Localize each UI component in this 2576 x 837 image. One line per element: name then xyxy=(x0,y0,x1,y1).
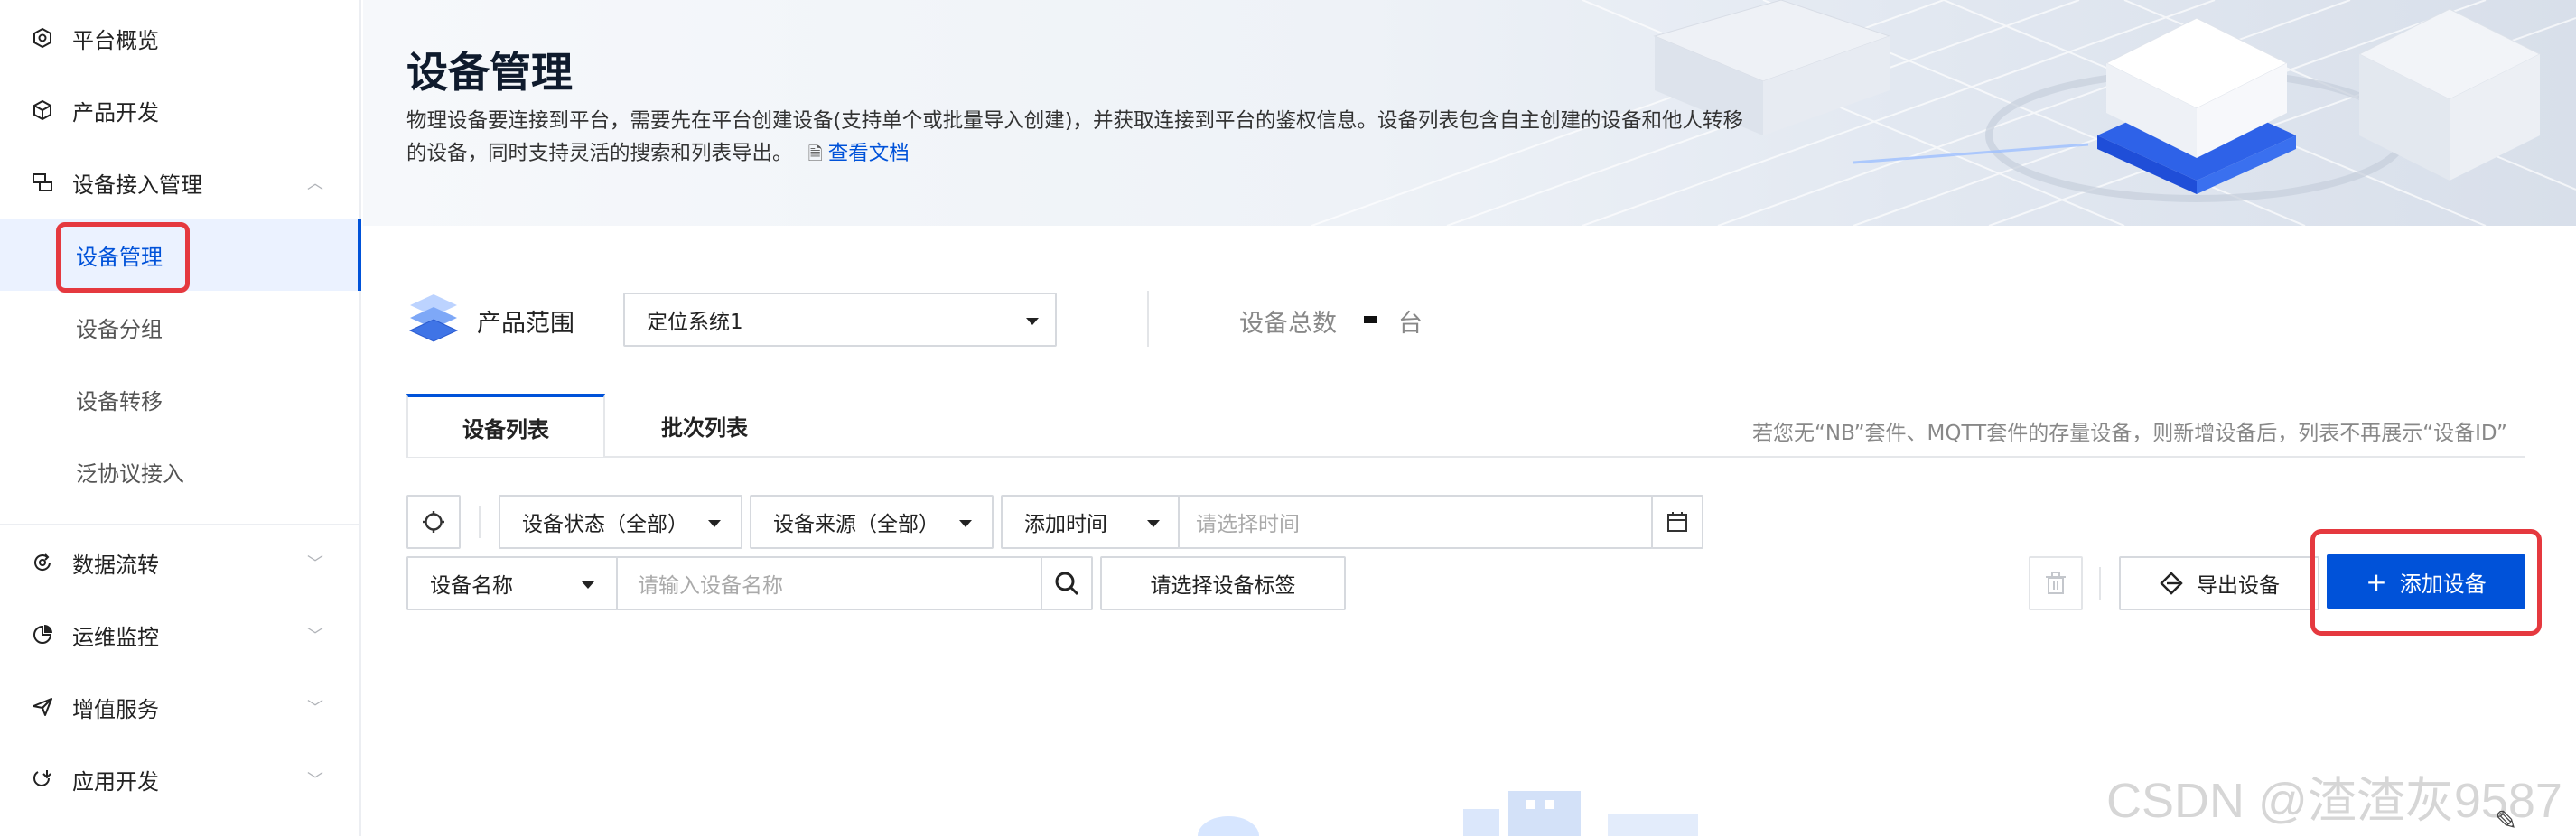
delete-button[interactable] xyxy=(2029,556,2083,610)
device-name-input[interactable]: 请输入设备名称 xyxy=(616,556,1042,610)
chevron-down-icon: ﹀ xyxy=(307,627,323,646)
page-banner: 设备管理 物理设备要连接到平台，需要先在平台创建设备(支持单个或批量导入创建)，… xyxy=(363,0,2576,226)
nav-item-label: 应用开发 xyxy=(72,768,159,795)
sub-item-label: 泛协议接入 xyxy=(76,460,184,487)
device-status-select[interactable]: 设备状态（全部） xyxy=(499,495,742,549)
nav-item-ops-monitor[interactable]: 运维监控 ﹀ xyxy=(0,599,361,671)
time-type-select[interactable]: 添加时间 xyxy=(1001,495,1180,549)
chevron-down-icon: ﹀ xyxy=(307,771,323,790)
app-dev-icon xyxy=(31,767,54,791)
document-icon: 🗎 xyxy=(807,143,823,164)
refresh-icon xyxy=(423,511,444,533)
nav-item-app-dev[interactable]: 应用开发 ﹀ xyxy=(0,743,361,815)
nav-item-overview[interactable]: 平台概览 xyxy=(0,2,361,74)
product-scope-select[interactable]: 定位系统1 xyxy=(623,293,1057,347)
search-field-select[interactable]: 设备名称 xyxy=(406,556,618,610)
divider xyxy=(479,506,481,538)
sidebar-divider xyxy=(0,524,361,525)
tab-label: 设备列表 xyxy=(462,416,549,442)
nav-item-product-dev[interactable]: 产品开发 xyxy=(0,74,361,146)
hexagon-icon xyxy=(31,26,54,50)
device-source-select[interactable]: 设备来源（全部） xyxy=(750,495,994,549)
nav-item-label: 设备接入管理 xyxy=(72,172,202,198)
nav-item-label: 平台概览 xyxy=(72,27,159,53)
tab-device-list[interactable]: 设备列表 xyxy=(406,394,605,457)
device-tag-select[interactable]: 请选择设备标签 xyxy=(1100,556,1346,610)
device-total-unit: 台 xyxy=(1398,310,1423,338)
chevron-up-icon: ︿ xyxy=(307,174,323,193)
nav-item-label: 增值服务 xyxy=(72,696,159,722)
refresh-button[interactable] xyxy=(406,495,461,549)
cube-icon xyxy=(31,98,54,122)
product-scope-icon xyxy=(408,294,459,342)
nav-item-label: 运维监控 xyxy=(72,624,159,650)
device-total-label: 设备总数 xyxy=(1239,310,1337,338)
product-scope-value: 定位系统1 xyxy=(647,311,743,334)
data-flow-icon xyxy=(31,551,54,574)
chevron-down-icon: ﹀ xyxy=(307,699,323,718)
page-title: 设备管理 xyxy=(406,48,573,97)
time-range-picker[interactable]: 请选择时间 xyxy=(1178,495,1653,549)
send-icon xyxy=(31,695,54,719)
device-total-value xyxy=(1364,316,1377,323)
device-tag-label: 请选择设备标签 xyxy=(1150,574,1296,598)
highlight-annotation xyxy=(2310,529,2542,636)
export-devices-label: 导出设备 xyxy=(2197,574,2280,598)
export-icon xyxy=(2160,572,2183,595)
trash-icon xyxy=(2046,572,2066,594)
search-field-value: 设备名称 xyxy=(430,574,513,598)
empty-state-illustration xyxy=(1198,791,1698,836)
caret-down-icon xyxy=(582,581,594,589)
sidebar: 平台概览 产品开发 设备接入管理 ︿ 设备管理 设备分组 设备转移 泛协议接入 … xyxy=(0,0,361,836)
page-description: 物理设备要连接到平台，需要先在平台创建设备(支持单个或批量导入创建)，并获取连接… xyxy=(406,105,1870,170)
sub-item-label: 设备转移 xyxy=(76,388,163,414)
caret-down-icon xyxy=(1147,520,1160,527)
sub-item-label: 设备分组 xyxy=(76,316,163,342)
pie-chart-icon xyxy=(31,623,54,646)
nav-item-label: 数据流转 xyxy=(72,552,159,578)
product-scope-label: 产品范围 xyxy=(477,310,574,338)
search-icon xyxy=(1055,572,1079,596)
time-range-placeholder: 请选择时间 xyxy=(1196,513,1300,536)
caret-down-icon xyxy=(1026,318,1039,325)
time-type-value: 添加时间 xyxy=(1024,513,1107,536)
edit-icon[interactable]: ✎ xyxy=(2495,805,2517,837)
device-name-placeholder: 请输入设备名称 xyxy=(638,574,783,598)
export-devices-button[interactable]: 导出设备 xyxy=(2119,556,2319,610)
sidebar-item-device-group[interactable]: 设备分组 xyxy=(0,291,361,363)
tab-hint-text: 若您无“NB”套件、MQTT套件的存量设备，则新增设备后，列表不再展示“设备ID… xyxy=(1752,422,2507,445)
tab-label: 批次列表 xyxy=(661,414,748,441)
caret-down-icon xyxy=(959,520,972,527)
device-access-icon xyxy=(31,171,54,194)
calendar-button[interactable] xyxy=(1651,495,1703,549)
device-source-value: 设备来源（全部） xyxy=(773,513,939,536)
sidebar-item-generic-protocol[interactable]: 泛协议接入 xyxy=(0,435,361,507)
nav-item-data-flow[interactable]: 数据流转 ﹀ xyxy=(0,526,361,599)
nav-item-device-access[interactable]: 设备接入管理 ︿ xyxy=(0,146,361,219)
calendar-icon xyxy=(1667,512,1687,532)
divider xyxy=(1147,291,1149,347)
sidebar-item-device-transfer[interactable]: 设备转移 xyxy=(0,363,361,435)
view-docs-link[interactable]: 🗎 查看文档 xyxy=(808,142,910,165)
search-button[interactable] xyxy=(1041,556,1093,610)
highlight-annotation xyxy=(56,222,190,293)
nav-item-value-added[interactable]: 增值服务 ﹀ xyxy=(0,671,361,743)
nav-item-label: 产品开发 xyxy=(72,99,159,126)
view-docs-label: 查看文档 xyxy=(827,142,910,165)
description-line-1: 物理设备要连接到平台，需要先在平台创建设备(支持单个或批量导入创建)，并获取连接… xyxy=(406,109,1744,133)
divider xyxy=(2099,567,2101,600)
tab-batch-list[interactable]: 批次列表 xyxy=(605,394,804,457)
device-status-value: 设备状态（全部） xyxy=(522,513,688,536)
description-line-2: 的设备，同时支持灵活的搜索和列表导出。 xyxy=(406,142,793,165)
caret-down-icon xyxy=(708,520,721,527)
chevron-down-icon: ﹀ xyxy=(307,554,323,573)
